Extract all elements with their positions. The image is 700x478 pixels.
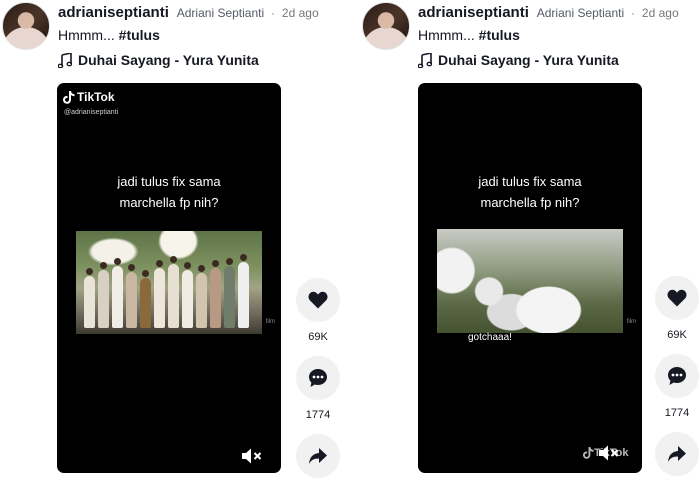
tiktok-logo-icon [63,90,75,104]
overlay-line-1: jadi tulus fix sama [117,174,221,189]
comment-button[interactable] [296,356,340,400]
comment-icon [309,369,327,387]
share-icon [668,446,686,462]
corner-tag: film [265,319,275,325]
tiktok-logo-icon [583,447,594,459]
like-button[interactable] [296,278,340,322]
comment-count: 1774 [664,407,690,419]
nickname[interactable]: Adriani Septianti [177,6,264,20]
overlay-line-2: marchella fp nih? [480,195,580,210]
post-header: adrianiseptianti Adriani Septianti · 2d … [58,4,319,21]
like-count: 69K [308,331,328,343]
comment-icon [668,367,686,385]
username[interactable]: adrianiseptianti [418,4,529,21]
video-player[interactable]: TikTok @adrianiseptianti jadi tulus fix … [57,83,281,473]
heart-icon [308,291,328,309]
mute-icon[interactable] [598,444,620,462]
separator: · [271,6,276,20]
share-icon [309,448,327,464]
watermark-brand: TikTok [77,90,115,104]
like-button[interactable] [655,276,699,320]
watermark-handle: @adrianiseptianti [64,109,119,116]
music-title: Duhai Sayang - Yura Yunita [438,52,619,68]
post-right: adrianiseptianti Adriani Septianti · 2d … [360,0,700,476]
video-overlay-text: jadi tulus fix sama marchella fp nih? [57,171,281,213]
video-frame-group-photo [76,231,262,334]
post-left: adrianiseptianti Adriani Septianti · 2d … [0,0,350,478]
comment-count: 1774 [305,409,331,421]
post-header: adrianiseptianti Adriani Septianti · 2d … [418,4,679,21]
caption-text: Hmmm... [418,27,475,43]
video-subtitle: gotchaaa! [468,332,512,343]
post-time: 2d ago [641,6,679,20]
action-bar: 69K 1774 [655,276,699,476]
corner-tag: film [626,319,636,325]
comment-button[interactable] [655,354,699,398]
tiktok-watermark: TikTok [63,90,115,104]
caption: Hmmm... #tulus [418,27,520,43]
caption-text: Hmmm... [58,27,115,43]
username[interactable]: adrianiseptianti [58,4,169,21]
heart-icon [667,289,687,307]
mute-icon[interactable] [241,447,263,465]
avatar[interactable] [2,2,50,50]
hashtag-link[interactable]: #tulus [119,27,160,43]
music-note-icon [58,52,72,68]
nickname[interactable]: Adriani Septianti [537,6,624,20]
overlay-line-1: jadi tulus fix sama [478,174,582,189]
video-frame-party-photo [437,229,623,333]
overlay-line-2: marchella fp nih? [119,195,219,210]
post-time: 2d ago [281,6,319,20]
music-title: Duhai Sayang - Yura Yunita [78,52,259,68]
music-link[interactable]: Duhai Sayang - Yura Yunita [418,52,619,68]
like-count: 69K [667,329,687,341]
video-overlay-text: jadi tulus fix sama marchella fp nih? [418,171,642,213]
avatar[interactable] [362,2,410,50]
music-note-icon [418,52,432,68]
action-bar: 69K 1774 [296,278,340,478]
hashtag-link[interactable]: #tulus [479,27,520,43]
share-button[interactable] [296,434,340,478]
separator: · [631,6,636,20]
share-button[interactable] [655,432,699,476]
video-player[interactable]: jadi tulus fix sama marchella fp nih? go… [418,83,642,473]
music-link[interactable]: Duhai Sayang - Yura Yunita [58,52,259,68]
caption: Hmmm... #tulus [58,27,160,43]
